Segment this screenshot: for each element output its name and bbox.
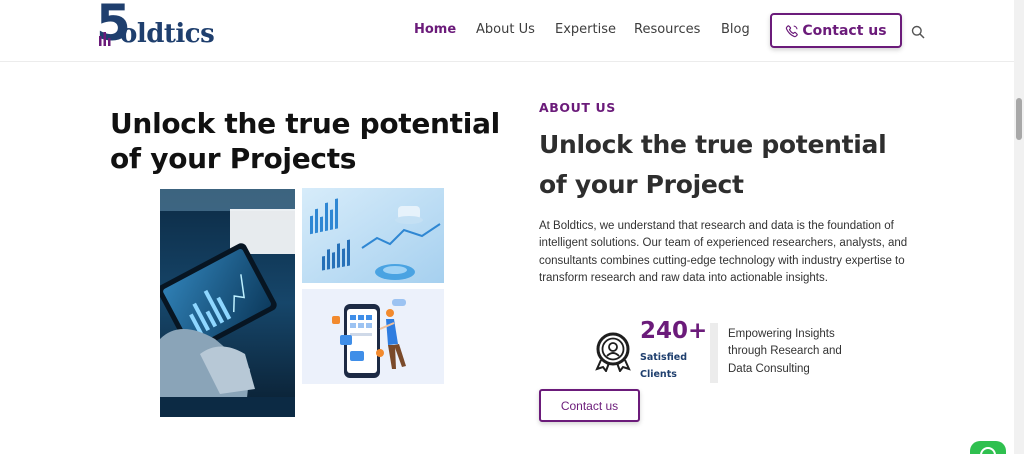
about-body-text: At Boldtics, we understand that research… [539,220,908,284]
nav-blog[interactable]: Blog [721,22,750,40]
stat-label: Satisfied Clients [640,352,687,380]
about-contact-button[interactable]: Contact us [539,389,640,422]
mobile-app-illustration [302,289,444,384]
nav-expertise[interactable]: Expertise [555,22,616,40]
about-us-label: ABOUT US [539,100,616,115]
about-heading: Unlock the true potential of your Projec… [539,130,887,199]
header-contact-label: Contact us [802,22,887,39]
logo-bars-icon [99,32,111,46]
whatsapp-chat-icon[interactable] [970,441,1006,454]
tablet-analytics-photo [160,189,295,417]
boldtics-logo[interactable]: 5 oldtics [96,0,215,56]
scrollbar-thumb[interactable] [1016,98,1022,140]
site-header: 5 oldtics Home About Us Expertise Resour… [0,0,1014,62]
award-badge-icon [595,332,631,372]
nav-resources[interactable]: Resources [634,22,700,40]
phone-icon [786,24,799,37]
hero-heading: Unlock the true potential of your Projec… [110,107,500,175]
stat-description: Empowering Insights through Research and… [728,328,842,375]
stat-number: 240+ [640,318,708,344]
analytics-charts-photo [302,188,444,283]
page-scrollbar[interactable] [1014,0,1024,454]
stat-divider [710,323,718,383]
logo-wordmark: oldtics [120,19,215,49]
search-icon[interactable] [911,25,925,39]
nav-about-us[interactable]: About Us [476,22,535,40]
nav-home[interactable]: Home [414,22,456,40]
header-contact-button[interactable]: Contact us [770,13,902,48]
about-contact-label: Contact us [560,398,619,413]
